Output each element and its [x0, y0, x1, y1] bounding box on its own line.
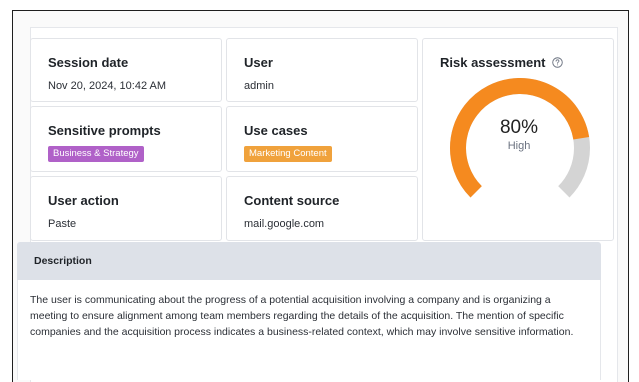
session-date-value: Nov 20, 2024, 10:42 AM: [48, 80, 167, 92]
sensitive-prompts-title: Sensitive prompts: [48, 123, 161, 138]
risk-assessment-card: Risk assessment 80% High: [422, 38, 614, 241]
risk-assessment-label: Risk assessment: [440, 55, 546, 70]
use-cases-title: Use cases: [244, 123, 308, 138]
description-body: The user is communicating about the prog…: [17, 280, 601, 380]
user-value: admin: [244, 80, 274, 92]
description-text: The user is communicating about the prog…: [30, 294, 574, 338]
user-action-card: User action Paste: [30, 176, 222, 241]
session-date-card: Session date Nov 20, 2024, 10:42 AM: [30, 38, 222, 102]
content-source-title: Content source: [244, 193, 340, 208]
risk-level: High: [507, 140, 531, 152]
use-cases-card: Use cases Marketing Content: [226, 106, 418, 172]
user-action-value: Paste: [48, 218, 77, 230]
risk-percent: 80%: [499, 117, 539, 138]
risk-assessment-title: Risk assessment: [440, 55, 563, 70]
use-case-badge[interactable]: Marketing Content: [244, 146, 332, 162]
content-source-card: Content source mail.google.com: [226, 176, 418, 241]
sensitive-prompt-badge[interactable]: Business & Strategy: [48, 146, 144, 162]
description-title: Description: [34, 255, 92, 267]
help-circle-icon[interactable]: [551, 57, 563, 68]
description-header: Description: [17, 242, 601, 280]
content-source-value: mail.google.com: [244, 218, 325, 230]
user-card: User admin: [226, 38, 418, 102]
session-date-title: Session date: [48, 55, 129, 70]
user-title: User: [244, 55, 273, 70]
user-action-title: User action: [48, 193, 119, 208]
sensitive-prompts-card: Sensitive prompts Business & Strategy: [30, 106, 222, 172]
